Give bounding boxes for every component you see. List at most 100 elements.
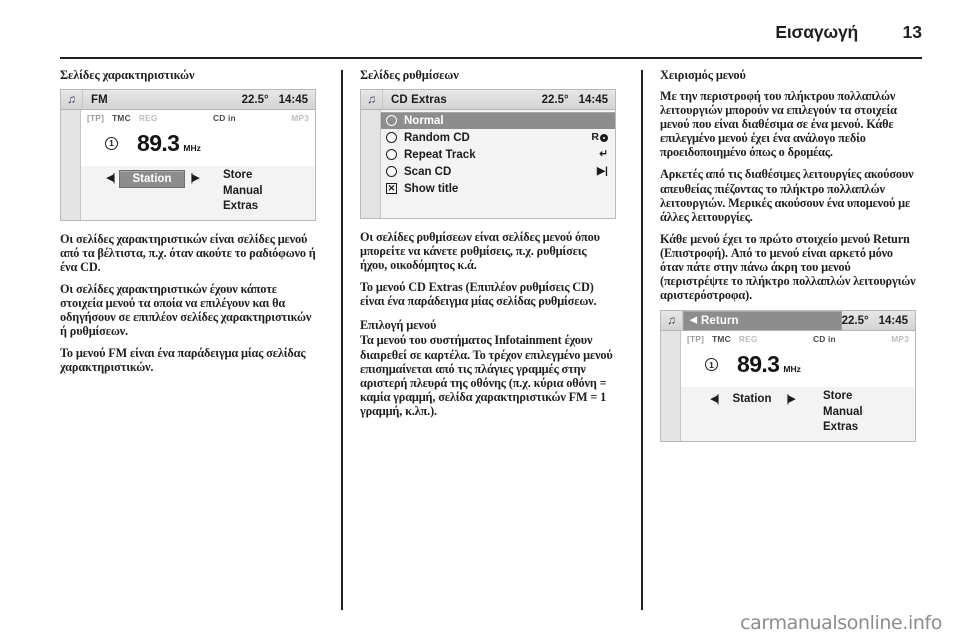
cd-extras-menu-list: Normal Random CD R Repeat Track ↵ Scan C…	[381, 110, 615, 207]
menu-item-repeat-track[interactable]: Repeat Track ↵	[381, 146, 615, 163]
menu-item-random-cd[interactable]: Random CD R	[381, 129, 615, 146]
display-titlebar: ♫ FM 22.5° 14:45	[61, 90, 315, 110]
menu-option-manual[interactable]: Manual	[223, 185, 315, 199]
scan-icon: ▶|	[596, 165, 608, 178]
tp-indicator: [TP]	[87, 113, 105, 123]
tp-indicator: [TP]	[687, 334, 705, 345]
temperature-readout: 22.5°	[541, 93, 569, 106]
frequency-row: 1 89.3 MHz	[81, 124, 315, 166]
preset-number-badge: 1	[705, 358, 718, 372]
frequency-unit: MHz	[783, 364, 801, 375]
column-right: Χειρισμός μενού Με την περιστροφή του πλ…	[660, 68, 928, 600]
left-paragraph-3: Το μενού FM είναι ένα παράδειγμα μίας σε…	[60, 346, 306, 375]
fm-display-widget: ♫ FM 22.5° 14:45 [TP] TMC REG CD in MP3 …	[60, 89, 316, 221]
menu-option-extras[interactable]: Extras	[823, 421, 915, 435]
menu-option-store[interactable]: Store	[823, 390, 915, 404]
menu-item-label: Scan CD	[404, 165, 452, 178]
display-body: [TP] TMC REG CD in MP3 1 89.3 MHz ◀| Sta…	[61, 110, 315, 220]
radio-status-row: [TP] TMC REG CD in MP3	[81, 110, 315, 124]
station-selector[interactable]: ◀| Station |▶	[681, 390, 823, 407]
left-paragraph-1: Οι σελίδες χαρακτηριστικών είναι σελίδες…	[60, 231, 316, 274]
menu-item-label: Normal	[404, 114, 444, 127]
cd-in-indicator: CD in	[812, 334, 836, 345]
radio-button-icon[interactable]	[386, 132, 397, 143]
cd-display-left-rail	[361, 110, 381, 218]
return-menu-item[interactable]: ◀ Return	[683, 311, 842, 331]
return-display-main-area: [TP] TMC REG CD in MP3 1 89.3 MHz ◀| Sta…	[681, 331, 915, 441]
skip-previous-icon[interactable]: ◀|	[710, 393, 719, 405]
music-note-icon: ♫	[61, 90, 83, 109]
menu-item-normal[interactable]: Normal	[381, 112, 615, 129]
clock-readout: 14:45	[278, 93, 308, 106]
skip-next-icon[interactable]: |▶	[786, 393, 795, 405]
clock-readout: 14:45	[578, 93, 608, 106]
display-mode-label: FM	[91, 93, 108, 106]
content-columns: Σελίδες χαρακτηριστικών ♫ FM 22.5° 14:45	[60, 68, 922, 610]
right-paragraph-1: Με την περιστροφή του πλήκτρου πολλαπλών…	[660, 89, 897, 160]
music-note-icon: ♫	[661, 311, 683, 331]
preset-number-badge: 1	[105, 137, 118, 150]
menu-option-store[interactable]: Store	[223, 169, 315, 183]
display-main-area: [TP] TMC REG CD in MP3 1 89.3 MHz ◀| Sta…	[81, 110, 315, 220]
station-selector[interactable]: ◀| Station |▶	[81, 169, 223, 188]
column-divider-2	[628, 68, 660, 610]
random-cd-icon: R	[591, 132, 608, 143]
tmc-indicator: TMC	[112, 113, 131, 123]
menu-item-label: Show title	[404, 182, 459, 195]
skip-previous-icon[interactable]: ◀|	[106, 173, 115, 184]
return-display-widget: ♫ ◀ Return 22.5° 14:45 [TP] TMC REG CD i…	[660, 310, 916, 442]
frequency-row: 1 89.3 MHz	[681, 345, 915, 388]
frequency-value: 89.3	[737, 351, 780, 378]
control-row: ◀| Station |▶ Store Manual Extras	[81, 166, 315, 220]
display-left-rail	[61, 110, 81, 220]
tmc-indicator: TMC	[712, 334, 731, 345]
frequency-unit: MHz	[183, 143, 201, 153]
column-divider-1	[328, 68, 360, 610]
temperature-readout: 22.5°	[241, 93, 269, 106]
menu-item-label: Random CD	[404, 131, 470, 144]
checkbox-icon[interactable]: ✕	[386, 183, 397, 194]
menu-option-extras[interactable]: Extras	[223, 200, 315, 214]
page-title: Εισαγωγή	[775, 22, 858, 42]
return-display-status-cluster: 22.5° 14:45	[842, 315, 915, 327]
reg-indicator: REG	[738, 334, 758, 345]
right-paragraph-2: Αρκετές από τις διαθέσιμες λειτουργίες α…	[660, 167, 914, 224]
music-note-icon: ♫	[361, 90, 383, 109]
radio-status-row: [TP] TMC REG CD in MP3	[681, 331, 915, 346]
display-menu-options: Store Manual Extras	[223, 169, 315, 220]
cd-display-status-cluster: 22.5° 14:45	[542, 94, 615, 106]
repeat-icon: ↵	[599, 148, 608, 161]
mp3-indicator: MP3	[891, 334, 910, 345]
cd-display-titlebar: ♫ CD Extras 22.5° 14:45	[361, 90, 615, 110]
radio-button-icon[interactable]	[386, 166, 397, 177]
return-label: Return	[701, 314, 739, 327]
radio-button-icon[interactable]	[386, 115, 397, 126]
cd-display-body: Normal Random CD R Repeat Track ↵ Scan C…	[361, 110, 615, 218]
back-arrow-icon: ◀	[690, 314, 698, 325]
radio-button-icon[interactable]	[386, 149, 397, 160]
station-button[interactable]: Station	[118, 170, 186, 188]
reg-indicator: REG	[138, 113, 158, 123]
return-display-body: [TP] TMC REG CD in MP3 1 89.3 MHz ◀| Sta…	[661, 331, 915, 441]
column-middle: Σελίδες ρυθμίσεων ♫ CD Extras 22.5° 14:4…	[360, 68, 628, 600]
page-number: 13	[902, 22, 922, 42]
return-display-left-rail	[661, 331, 681, 441]
display-menu-options: Store Manual Extras	[823, 390, 915, 441]
menu-item-label: Repeat Track	[404, 148, 476, 161]
header-divider	[60, 57, 922, 59]
column-left: Σελίδες χαρακτηριστικών ♫ FM 22.5° 14:45	[60, 68, 328, 600]
menu-item-scan-cd[interactable]: Scan CD ▶|	[381, 163, 615, 180]
skip-next-icon[interactable]: |▶	[190, 173, 199, 184]
menu-option-manual[interactable]: Manual	[823, 406, 915, 420]
control-row: ◀| Station |▶ Store Manual Extras	[681, 387, 915, 441]
watermark: carmanualsonline.info	[740, 612, 942, 634]
mp3-indicator: MP3	[291, 113, 310, 123]
frequency-value: 89.3	[137, 130, 180, 156]
temperature-readout: 22.5°	[841, 314, 869, 327]
section-title-menu-operation: Χειρισμός μενού	[660, 68, 746, 82]
right-paragraph-3: Κάθε μενού έχει το πρώτο στοιχείο μενού …	[660, 231, 916, 303]
menu-item-show-title[interactable]: ✕ Show title	[381, 180, 615, 197]
display-status-cluster: 22.5° 14:45	[242, 94, 315, 106]
station-button[interactable]: Station	[723, 391, 782, 407]
left-paragraph-2: Οι σελίδες χαρακτηριστικών έχουν κάποτε …	[60, 281, 312, 339]
